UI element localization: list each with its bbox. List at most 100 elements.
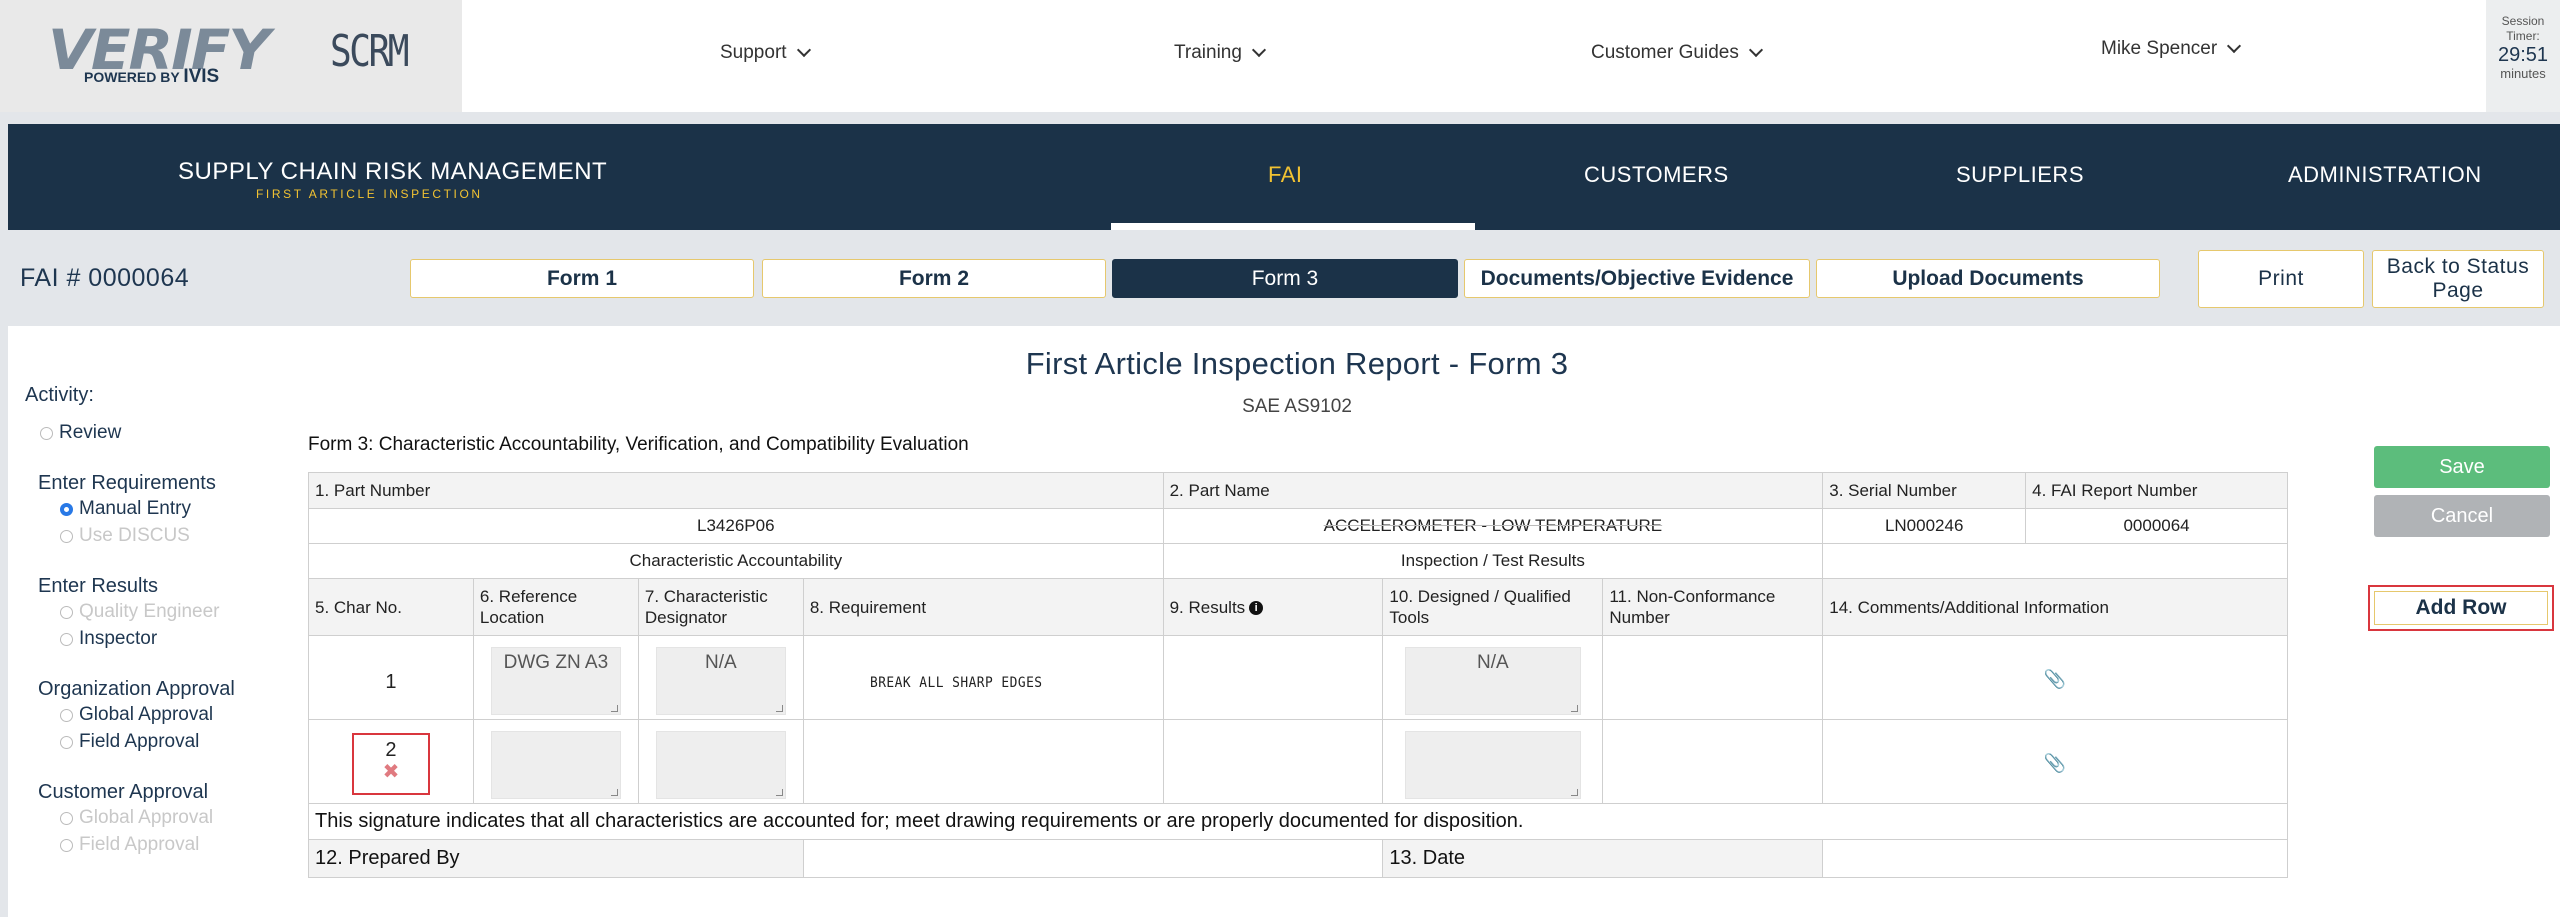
row1-char-no: 1 [308, 635, 474, 720]
logo-powered-text: POWERED BY [84, 69, 180, 85]
radio-quality-engineer-label: Quality Engineer [79, 601, 220, 622]
radio-use-discus-label: Use DISCUS [79, 525, 190, 546]
header-fai-report-number: 4. FAI Report Number [2025, 472, 2288, 509]
add-row-highlight: Add Row [2368, 585, 2554, 631]
nav-customer-guides[interactable]: Customer Guides [1591, 42, 1763, 64]
col-reference-location: 6. Reference Location [472, 578, 639, 636]
nav-customer-guides-label: Customer Guides [1591, 42, 1739, 63]
radio-manual-entry[interactable]: Manual Entry [60, 498, 191, 520]
prepared-by-value[interactable] [802, 839, 1384, 878]
paperclip-icon[interactable]: 📎 [2044, 753, 2066, 773]
radio-circle [60, 529, 73, 543]
table-row: 2 ✖ 📎 [308, 719, 2288, 804]
row2-char-no: 2 [385, 738, 397, 761]
tab-form-1[interactable]: Form 1 [410, 259, 754, 298]
fai-number: FAI # 0000064 [20, 264, 190, 292]
section-empty [1822, 543, 2288, 579]
row2-char-no-cell: 2 ✖ [308, 719, 474, 804]
requirement-text: BREAK ALL SHARP EDGES [869, 674, 1043, 691]
paperclip-icon[interactable]: 📎 [2044, 669, 2066, 689]
fai-form3-table: 1. Part Number 2. Part Name 3. Serial Nu… [308, 472, 2288, 878]
logo[interactable]: VERIFY POWERED BY IVIS SCRM [0, 0, 462, 112]
date-value[interactable] [1822, 839, 2288, 878]
radio-manual-entry-label: Manual Entry [79, 498, 191, 519]
session-timer: Session Timer: 29:51 minutes [2486, 0, 2560, 112]
designator-textarea[interactable] [655, 730, 786, 799]
nav-customers[interactable]: CUSTOMERS [1584, 162, 1729, 188]
cancel-button[interactable]: Cancel [2374, 495, 2550, 537]
back-to-status-button[interactable]: Back to Status Page [2372, 250, 2544, 308]
prepared-by-label: 12. Prepared By [308, 839, 804, 878]
row2-comments-cell: 📎 [1822, 719, 2288, 804]
tab-form-3[interactable]: Form 3 [1112, 259, 1458, 298]
radio-circle [60, 605, 73, 619]
row1-comments-cell: 📎 [1822, 635, 2288, 720]
content-area: First Article Inspection Report - Form 3… [8, 326, 2560, 917]
row2-results-cell[interactable] [1162, 719, 1384, 804]
row1-tools-cell: N/A [1382, 635, 1604, 720]
col-tools: 10. Designed / Qualified Tools [1382, 578, 1604, 636]
header-part-number: 1. Part Number [308, 472, 1164, 509]
radio-inspector-label: Inspector [79, 628, 158, 649]
user-menu[interactable]: Mike Spencer [2101, 38, 2242, 60]
row1-results-cell[interactable] [1162, 635, 1384, 720]
info-icon[interactable]: i [1249, 601, 1264, 616]
radio-global-approval[interactable]: Global Approval [60, 704, 213, 726]
back-label-line1: Back to Status [2386, 255, 2530, 278]
print-button[interactable]: Print [2198, 250, 2364, 308]
session-label: Session [2501, 14, 2545, 28]
radio-review[interactable]: Review [40, 422, 121, 444]
radio-circle-checked[interactable] [60, 502, 73, 516]
add-row-button[interactable]: Add Row [2374, 591, 2548, 625]
chevron-down-icon [1251, 42, 1267, 58]
session-time: 29:51 [2497, 44, 2549, 66]
form-toolbar: FAI # 0000064 Form 1 Form 2 Form 3 Docum… [8, 230, 2560, 326]
org-approval-heading: Organization Approval [38, 678, 235, 700]
chevron-down-icon [2227, 38, 2242, 54]
row2-char-highlight: 2 ✖ [351, 732, 430, 795]
radio-circle[interactable] [60, 708, 73, 722]
tab-documents-evidence[interactable]: Documents/Objective Evidence [1464, 259, 1810, 298]
serial-number-value: LN000246 [1822, 508, 2027, 544]
brand-subtitle: FIRST ARTICLE INSPECTION [256, 187, 483, 201]
tab-upload-documents[interactable]: Upload Documents [1816, 259, 2160, 298]
radio-circle[interactable] [60, 632, 73, 646]
designator-textarea[interactable]: N/A [655, 646, 786, 715]
enter-results-heading: Enter Results [38, 575, 159, 597]
tools-textarea[interactable] [1404, 730, 1581, 799]
radio-inspector[interactable]: Inspector [60, 628, 157, 650]
tab-form-2[interactable]: Form 2 [762, 259, 1106, 298]
radio-circle[interactable] [60, 735, 73, 749]
row2-reference-location-cell [472, 719, 639, 804]
save-button[interactable]: Save [2374, 446, 2550, 488]
radio-customer-field-approval: Field Approval [60, 834, 199, 856]
nav-suppliers[interactable]: SUPPLIERS [1956, 162, 2084, 188]
nav-fai[interactable]: FAI [1268, 162, 1303, 188]
reference-location-textarea[interactable]: DWG ZN A3 [490, 646, 621, 715]
row2-ncr-cell[interactable] [1602, 719, 1824, 804]
user-name: Mike Spencer [2101, 38, 2218, 59]
tools-textarea[interactable]: N/A [1404, 646, 1581, 715]
header-serial-number: 3. Serial Number [1822, 472, 2027, 509]
nav-administration[interactable]: ADMINISTRATION [2288, 162, 2482, 188]
chevron-down-icon [796, 42, 811, 58]
brand-title: SUPPLY CHAIN RISK MANAGEMENT [178, 158, 608, 185]
delete-row-icon[interactable]: ✖ [354, 761, 428, 783]
page-subtitle: SAE AS9102 [1242, 396, 1352, 417]
nav-training-label: Training [1174, 42, 1242, 63]
radio-circle[interactable] [40, 426, 53, 440]
nav-support[interactable]: Support [720, 42, 811, 64]
reference-location-textarea[interactable] [490, 730, 621, 799]
radio-use-discus: Use DISCUS [60, 525, 190, 547]
radio-customer-global-approval-label: Global Approval [79, 807, 214, 828]
radio-field-approval[interactable]: Field Approval [60, 731, 199, 753]
row1-ncr-cell[interactable] [1602, 635, 1824, 720]
row2-requirement-cell[interactable] [802, 719, 1164, 804]
row2-tools-cell [1382, 719, 1604, 804]
page-title: First Article Inspection Report - Form 3 [1025, 346, 1569, 381]
activity-heading: Activity: [25, 384, 94, 406]
fai-report-number-value: 0000064 [2025, 508, 2288, 544]
col-characteristic-designator: 7. Characteristic Designator [637, 578, 804, 636]
header-part-name: 2. Part Name [1162, 472, 1824, 509]
nav-training[interactable]: Training [1174, 42, 1267, 64]
